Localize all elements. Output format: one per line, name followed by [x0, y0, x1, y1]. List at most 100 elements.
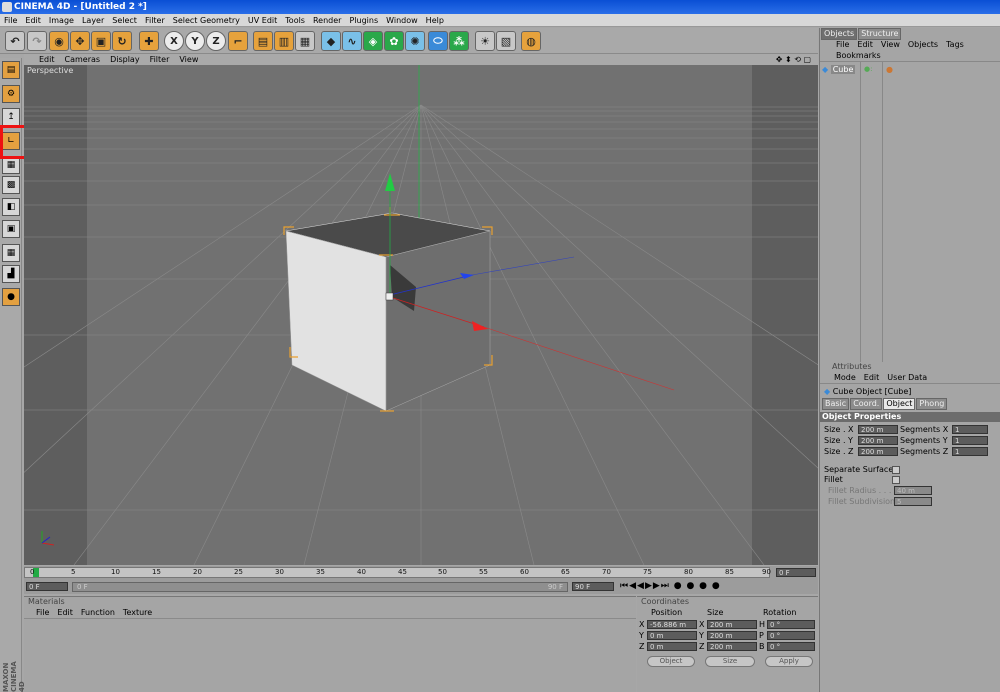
- segments-z-input[interactable]: 1: [952, 447, 988, 456]
- size-y-input[interactable]: 200 m: [858, 436, 898, 445]
- fillet-subdivision-input[interactable]: 5: [894, 497, 932, 506]
- menu-image[interactable]: Image: [45, 14, 78, 27]
- model-icon[interactable]: ⚙: [2, 85, 20, 103]
- live-select-icon[interactable]: ◉: [49, 31, 69, 51]
- texture-mode-icon[interactable]: ▦: [2, 244, 20, 262]
- rotation-b-field[interactable]: 0 °: [767, 642, 815, 651]
- object-row-cube[interactable]: ◆ Cube: [822, 65, 862, 75]
- menu-edit[interactable]: Edit: [21, 14, 45, 27]
- materials-menu-file[interactable]: File: [32, 607, 53, 618]
- object-axis-icon[interactable]: ↥: [2, 108, 20, 126]
- range-slider[interactable]: 0 F 90 F: [72, 582, 568, 592]
- menu-help[interactable]: Help: [422, 14, 448, 27]
- texture-tag-icon[interactable]: ●: [886, 65, 893, 74]
- move-icon[interactable]: ✥: [70, 31, 90, 51]
- size-z-input[interactable]: 200 m: [858, 447, 898, 456]
- materials-menu-edit[interactable]: Edit: [53, 607, 77, 618]
- materials-menu-texture[interactable]: Texture: [119, 607, 156, 618]
- fillet-checkbox[interactable]: [892, 476, 900, 484]
- visibility-dots-icon[interactable]: ●:: [864, 65, 872, 73]
- rotation-p-field[interactable]: 0 °: [767, 631, 815, 640]
- tab-coord[interactable]: Coord.: [850, 398, 883, 410]
- rotate-icon[interactable]: ↻: [112, 31, 132, 51]
- menu-tools[interactable]: Tools: [281, 14, 309, 27]
- render-picture-viewer-icon[interactable]: ▥: [274, 31, 294, 51]
- array-icon[interactable]: ✿: [384, 31, 404, 51]
- sculpt-icon[interactable]: ●: [2, 288, 20, 306]
- deformer-icon[interactable]: ⬭: [428, 31, 448, 51]
- rotation-h-field[interactable]: 0 °: [767, 620, 815, 629]
- segments-y-input[interactable]: 1: [952, 436, 988, 445]
- uv-points-icon[interactable]: ▣: [2, 220, 20, 238]
- nurbs-icon[interactable]: ◈: [363, 31, 383, 51]
- current-frame-field[interactable]: 0 F: [776, 568, 816, 577]
- scene-icon[interactable]: ✺: [405, 31, 425, 51]
- segments-x-input[interactable]: 1: [952, 425, 988, 434]
- x-axis-icon[interactable]: X: [164, 31, 184, 51]
- objects-menu-file[interactable]: File: [832, 39, 853, 50]
- size-z-field[interactable]: 200 m: [707, 642, 757, 651]
- edges-mode-icon[interactable]: ▩: [2, 176, 20, 194]
- apply-button[interactable]: Apply: [765, 656, 813, 667]
- objects-menu-bookmarks[interactable]: Bookmarks: [832, 50, 885, 61]
- light-icon[interactable]: ☀: [475, 31, 495, 51]
- spline-icon[interactable]: ∿: [342, 31, 362, 51]
- menu-plugins[interactable]: Plugins: [345, 14, 382, 27]
- separate-surfaces-checkbox[interactable]: [892, 466, 900, 474]
- viewport-menu-view[interactable]: View: [174, 54, 203, 65]
- viewport[interactable]: Perspective: [24, 65, 818, 565]
- position-z-field[interactable]: 0 m: [647, 642, 697, 651]
- objects-menu-tags[interactable]: Tags: [942, 39, 968, 50]
- tab-object[interactable]: Object: [883, 398, 916, 410]
- size-x-field[interactable]: 200 m: [707, 620, 757, 629]
- coord-mode-dropdown[interactable]: Object: [647, 656, 695, 667]
- min-frame-field[interactable]: 0 F: [26, 582, 68, 591]
- fillet-radius-input[interactable]: 40 m: [894, 486, 932, 495]
- position-x-field[interactable]: -56.886 m: [647, 620, 697, 629]
- position-y-field[interactable]: 0 m: [647, 631, 697, 640]
- scale-icon[interactable]: ▣: [91, 31, 111, 51]
- particle-icon[interactable]: ⁂: [449, 31, 469, 51]
- menu-uv-edit[interactable]: UV Edit: [244, 14, 281, 27]
- render-settings-icon[interactable]: ▦: [295, 31, 315, 51]
- attributes-menu-mode[interactable]: Mode: [830, 372, 860, 383]
- tab-phong[interactable]: Phong: [916, 398, 948, 410]
- tab-basic[interactable]: Basic: [822, 398, 850, 410]
- redo-icon[interactable]: ↷: [27, 31, 47, 51]
- viewport-menu-cameras[interactable]: Cameras: [60, 54, 106, 65]
- timeline-ruler[interactable]: 0 5 10 15 20 25 30 35 40 45 50 55 60 65 …: [24, 567, 771, 578]
- viewport-nav-icons[interactable]: ✥ ⬍ ⟲ ▢: [771, 54, 816, 65]
- objects-menu-edit[interactable]: Edit: [853, 39, 877, 50]
- add-icon[interactable]: ✚: [139, 31, 159, 51]
- objects-menu-objects[interactable]: Objects: [904, 39, 942, 50]
- viewport-menu-edit[interactable]: Edit: [34, 54, 60, 65]
- max-frame-field[interactable]: 90 F: [572, 582, 614, 591]
- menu-filter[interactable]: Filter: [141, 14, 169, 27]
- size-y-field[interactable]: 200 m: [707, 631, 757, 640]
- workplane-icon[interactable]: ▟: [2, 265, 20, 283]
- attributes-menu-user-data[interactable]: User Data: [883, 372, 931, 383]
- floor-icon[interactable]: ◍: [521, 31, 541, 51]
- cube-primitive-icon[interactable]: ◆: [321, 31, 341, 51]
- viewport-menu-display[interactable]: Display: [105, 54, 145, 65]
- viewport-menu-filter[interactable]: Filter: [145, 54, 175, 65]
- mode-icon[interactable]: ▤: [2, 61, 20, 79]
- y-axis-icon[interactable]: Y: [185, 31, 205, 51]
- menu-layer[interactable]: Layer: [78, 14, 108, 27]
- render-view-icon[interactable]: ▤: [253, 31, 273, 51]
- size-mode-dropdown[interactable]: Size: [705, 656, 755, 667]
- z-axis-icon[interactable]: Z: [206, 31, 226, 51]
- size-x-input[interactable]: 200 m: [858, 425, 898, 434]
- camera-icon[interactable]: ▧: [496, 31, 516, 51]
- menu-file[interactable]: File: [0, 14, 21, 27]
- undo-icon[interactable]: ↶: [5, 31, 25, 51]
- menu-render[interactable]: Render: [309, 14, 345, 27]
- objects-menu-view[interactable]: View: [877, 39, 904, 50]
- menu-select-geometry[interactable]: Select Geometry: [169, 14, 244, 27]
- attributes-menu-edit[interactable]: Edit: [860, 372, 884, 383]
- world-coords-icon[interactable]: ⌐: [228, 31, 248, 51]
- materials-menu-function[interactable]: Function: [77, 607, 119, 618]
- menu-select[interactable]: Select: [108, 14, 141, 27]
- playback-controls[interactable]: ⏮◀◀▶▶⏭ ● ● ● ●: [620, 581, 721, 591]
- menu-window[interactable]: Window: [382, 14, 422, 27]
